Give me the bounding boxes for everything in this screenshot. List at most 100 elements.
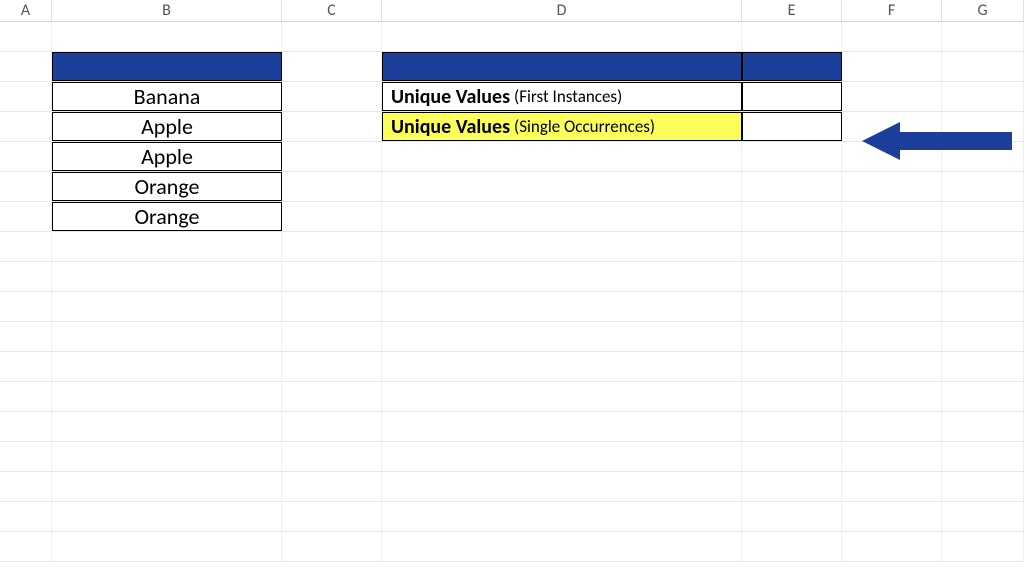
cell-D1[interactable] (382, 22, 742, 51)
cell-C16[interactable] (282, 472, 382, 501)
col-head-F[interactable]: F (842, 0, 942, 21)
cell-D9[interactable] (382, 262, 742, 291)
cell-B12[interactable] (52, 352, 282, 381)
cell-G14[interactable] (942, 412, 1024, 441)
cell-B13[interactable] (52, 382, 282, 411)
cell-D11[interactable] (382, 322, 742, 351)
col-head-D[interactable]: D (382, 0, 742, 21)
cell-F2[interactable] (842, 52, 942, 81)
cell-B11[interactable] (52, 322, 282, 351)
cell-B17[interactable] (52, 502, 282, 531)
cell-B4[interactable]: Apple (52, 112, 282, 141)
cell-C8[interactable] (282, 232, 382, 261)
cell-B16[interactable] (52, 472, 282, 501)
cell-G13[interactable] (942, 382, 1024, 411)
cell-A2[interactable] (0, 52, 52, 81)
cell-E9[interactable] (742, 262, 842, 291)
cell-A11[interactable] (0, 322, 52, 351)
cell-C4[interactable] (282, 112, 382, 141)
cell-B14[interactable] (52, 412, 282, 441)
cell-C3[interactable] (282, 82, 382, 111)
cell-F6[interactable] (842, 172, 942, 201)
cell-C9[interactable] (282, 262, 382, 291)
cell-E10[interactable] (742, 292, 842, 321)
col-head-G[interactable]: G (942, 0, 1024, 21)
cell-B15[interactable] (52, 442, 282, 471)
cell-F4[interactable] (842, 112, 942, 141)
cell-B5[interactable]: Apple (52, 142, 282, 171)
cell-A1[interactable] (0, 22, 52, 51)
cell-E4[interactable] (742, 112, 842, 141)
cell-F1[interactable] (842, 22, 942, 51)
cell-F12[interactable] (842, 352, 942, 381)
cell-D2-header[interactable] (382, 52, 742, 81)
cell-D5[interactable] (382, 142, 742, 171)
cell-C13[interactable] (282, 382, 382, 411)
cell-A18[interactable] (0, 532, 52, 561)
cell-B1[interactable] (52, 22, 282, 51)
cell-D4-highlighted[interactable]: Unique Values (Single Occurrences) (382, 112, 742, 141)
cell-F7[interactable] (842, 202, 942, 231)
cell-E3[interactable] (742, 82, 842, 111)
cell-E7[interactable] (742, 202, 842, 231)
cell-D14[interactable] (382, 412, 742, 441)
cell-A14[interactable] (0, 412, 52, 441)
cell-A3[interactable] (0, 82, 52, 111)
spreadsheet-grid[interactable]: A B C D E F G B (0, 0, 1024, 576)
cell-A13[interactable] (0, 382, 52, 411)
cell-G6[interactable] (942, 172, 1024, 201)
cell-C17[interactable] (282, 502, 382, 531)
col-head-E[interactable]: E (742, 0, 842, 21)
cell-G4[interactable] (942, 112, 1024, 141)
cell-E6[interactable] (742, 172, 842, 201)
cell-D17[interactable] (382, 502, 742, 531)
cell-F17[interactable] (842, 502, 942, 531)
cell-G10[interactable] (942, 292, 1024, 321)
cell-D10[interactable] (382, 292, 742, 321)
cell-E1[interactable] (742, 22, 842, 51)
cell-B6[interactable]: Orange (52, 172, 282, 201)
cell-E12[interactable] (742, 352, 842, 381)
cell-D6[interactable] (382, 172, 742, 201)
cell-B9[interactable] (52, 262, 282, 291)
cell-G2[interactable] (942, 52, 1024, 81)
cell-F9[interactable] (842, 262, 942, 291)
cell-C10[interactable] (282, 292, 382, 321)
cell-D13[interactable] (382, 382, 742, 411)
cell-F3[interactable] (842, 82, 942, 111)
cell-E14[interactable] (742, 412, 842, 441)
cell-C6[interactable] (282, 172, 382, 201)
cell-F16[interactable] (842, 472, 942, 501)
cell-A9[interactable] (0, 262, 52, 291)
cell-B8[interactable] (52, 232, 282, 261)
cell-G5[interactable] (942, 142, 1024, 171)
cell-C14[interactable] (282, 412, 382, 441)
cell-E8[interactable] (742, 232, 842, 261)
cell-G15[interactable] (942, 442, 1024, 471)
cell-F5[interactable] (842, 142, 942, 171)
cell-E15[interactable] (742, 442, 842, 471)
cell-F10[interactable] (842, 292, 942, 321)
cell-A12[interactable] (0, 352, 52, 381)
cell-E5[interactable] (742, 142, 842, 171)
col-head-A[interactable]: A (0, 0, 52, 21)
cell-E13[interactable] (742, 382, 842, 411)
cell-D18[interactable] (382, 532, 742, 561)
cell-B7[interactable]: Orange (52, 202, 282, 231)
cell-C7[interactable] (282, 202, 382, 231)
cell-F18[interactable] (842, 532, 942, 561)
cell-G16[interactable] (942, 472, 1024, 501)
cell-C11[interactable] (282, 322, 382, 351)
cell-C15[interactable] (282, 442, 382, 471)
col-head-C[interactable]: C (282, 0, 382, 21)
cell-B10[interactable] (52, 292, 282, 321)
col-head-B[interactable]: B (52, 0, 282, 21)
cell-G11[interactable] (942, 322, 1024, 351)
cell-D12[interactable] (382, 352, 742, 381)
cell-A17[interactable] (0, 502, 52, 531)
cell-F13[interactable] (842, 382, 942, 411)
cell-G8[interactable] (942, 232, 1024, 261)
cell-A10[interactable] (0, 292, 52, 321)
cell-G9[interactable] (942, 262, 1024, 291)
cell-C12[interactable] (282, 352, 382, 381)
